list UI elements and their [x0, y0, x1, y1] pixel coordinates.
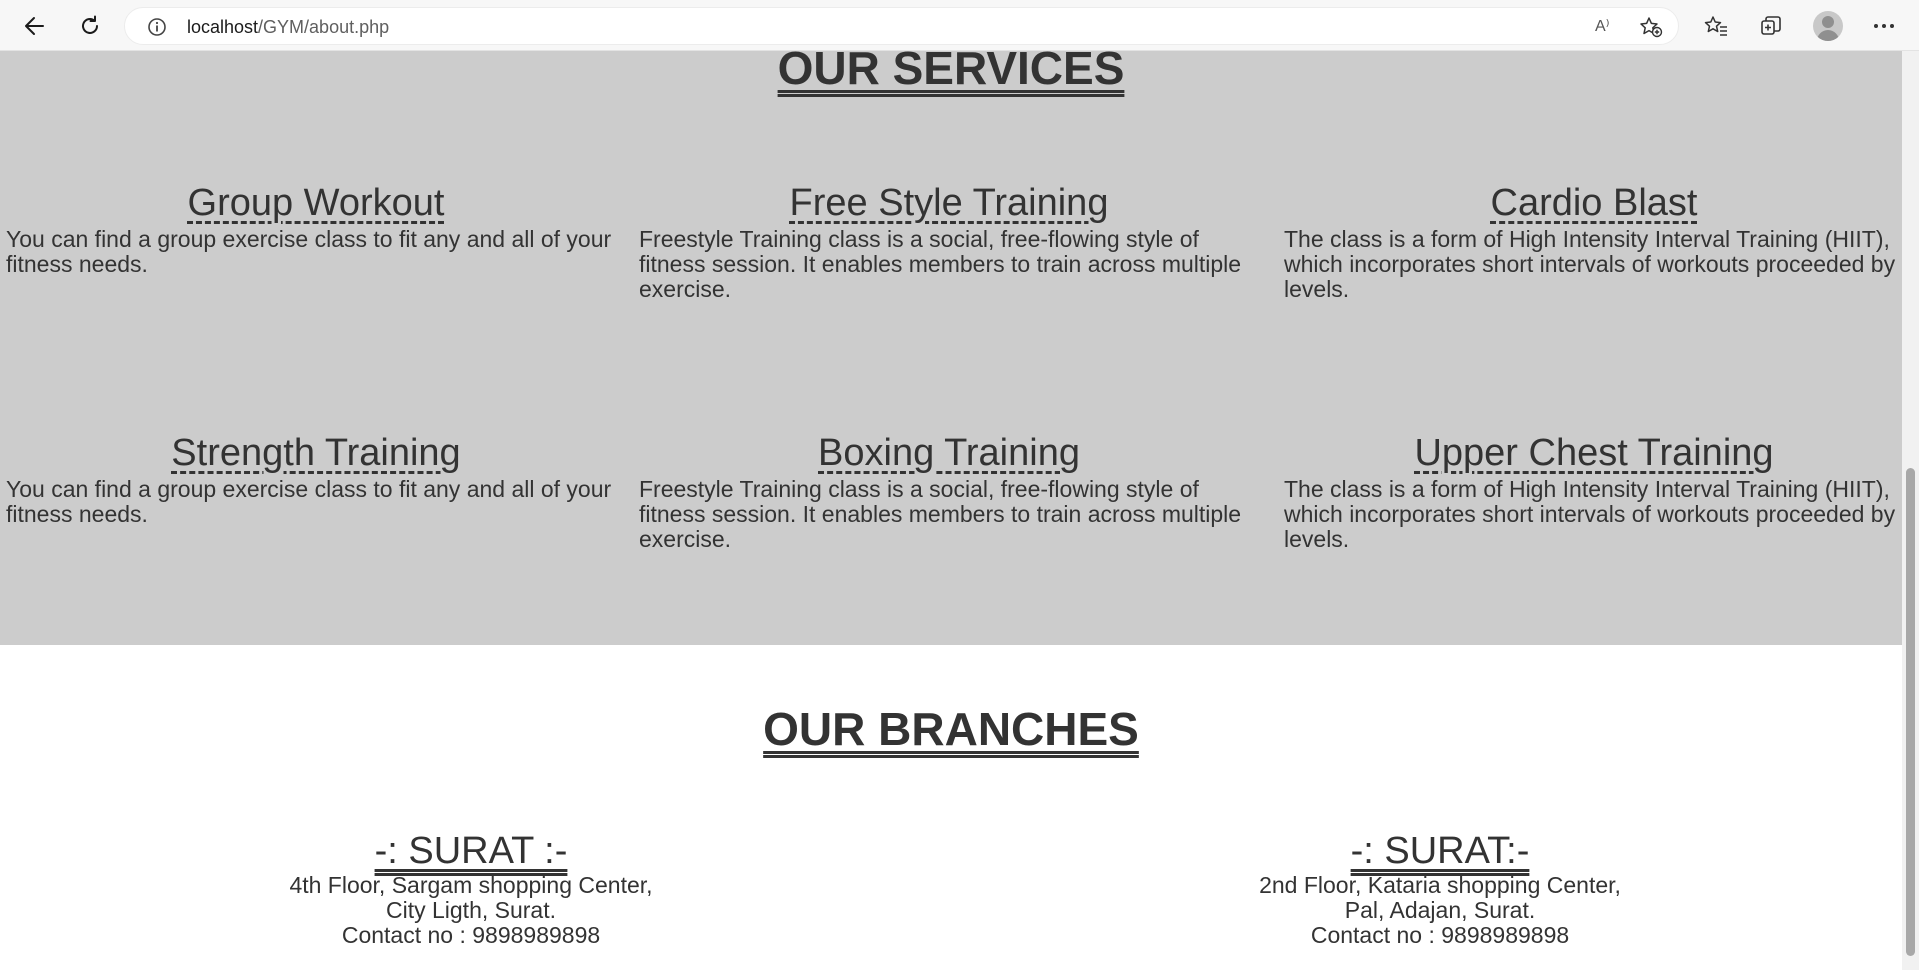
branches-title: OUR BRANCHES	[763, 703, 1139, 755]
branch-address-line2: City Ligth, Surat.	[385, 897, 557, 923]
favorites-icon	[1704, 16, 1727, 36]
service-description: You can find a group exercise class to f…	[6, 476, 612, 527]
services-section: OUR SERVICES Group Workout You can find …	[0, 51, 1902, 645]
services-title: OUR SERVICES	[777, 51, 1125, 94]
url-path: /GYM/about.php	[258, 17, 390, 37]
address-bar[interactable]: localhost/GYM/about.php A⁾	[124, 7, 1679, 45]
branch-address-line1: 4th Floor, Sargam shopping Center,	[289, 872, 653, 898]
refresh-icon	[82, 15, 98, 34]
branch-card: -: SURAT:- 2nd Floor, Kataria shopping C…	[1140, 829, 1740, 948]
service-title: Group Workout	[187, 182, 445, 224]
branch-address-line2: Pal, Adajan, Surat.	[1344, 897, 1536, 923]
service-card: Upper Chest Training The class is a form…	[1284, 431, 1902, 552]
avatar-head	[1822, 16, 1834, 28]
branch-contact: Contact no : 9898989898	[341, 922, 601, 948]
add-favorite-icon[interactable]	[1639, 16, 1663, 38]
settings-menu-button[interactable]	[1867, 9, 1901, 43]
service-description: The class is a form of High Intensity In…	[1284, 226, 1896, 302]
service-card: Cardio Blast The class is a form of High…	[1284, 181, 1902, 302]
collections-button[interactable]	[1754, 9, 1788, 43]
more-options-icon	[1874, 24, 1894, 28]
profile-avatar[interactable]	[1813, 11, 1843, 41]
service-card: Strength Training You can find a group e…	[6, 431, 626, 527]
service-title: Boxing Training	[818, 432, 1080, 474]
branch-card: -: SURAT :- 4th Floor, Sargam shopping C…	[171, 829, 771, 948]
back-arrow-icon	[25, 17, 44, 35]
url-text[interactable]: localhost/GYM/about.php	[187, 17, 389, 37]
service-title: Free Style Training	[789, 182, 1109, 224]
service-description: You can find a group exercise class to f…	[6, 226, 612, 277]
page-viewport: OUR SERVICES Group Workout You can find …	[0, 51, 1902, 970]
vertical-scrollbar[interactable]	[1902, 51, 1919, 970]
url-host: localhost	[187, 17, 259, 37]
branch-address-line1: 2nd Floor, Kataria shopping Center,	[1259, 872, 1621, 898]
collections-icon	[1761, 16, 1781, 35]
service-card: Group Workout You can find a group exerc…	[6, 181, 626, 277]
branch-name: -: SURAT :-	[374, 830, 568, 872]
branch-contact: Contact no : 9898989898	[1310, 922, 1570, 948]
favorites-button[interactable]	[1699, 9, 1733, 43]
service-description: The class is a form of High Intensity In…	[1284, 476, 1896, 552]
service-description: Freestyle Training class is a social, fr…	[639, 476, 1242, 552]
service-card: Free Style Training Freestyle Training c…	[639, 181, 1259, 302]
service-title: Strength Training	[171, 432, 461, 474]
read-aloud-icon[interactable]: A⁾	[1595, 17, 1617, 37]
refresh-button[interactable]	[73, 9, 107, 43]
avatar-body	[1817, 30, 1839, 41]
back-button[interactable]	[17, 9, 51, 43]
scrollbar-thumb[interactable]	[1906, 468, 1915, 956]
branch-name: -: SURAT:-	[1350, 830, 1530, 872]
service-description: Freestyle Training class is a social, fr…	[639, 226, 1242, 302]
service-title: Upper Chest Training	[1414, 432, 1774, 474]
site-info-icon[interactable]	[147, 17, 167, 37]
service-title: Cardio Blast	[1490, 182, 1698, 224]
browser-toolbar: localhost/GYM/about.php A⁾	[0, 0, 1919, 51]
service-card: Boxing Training Freestyle Training class…	[639, 431, 1259, 552]
